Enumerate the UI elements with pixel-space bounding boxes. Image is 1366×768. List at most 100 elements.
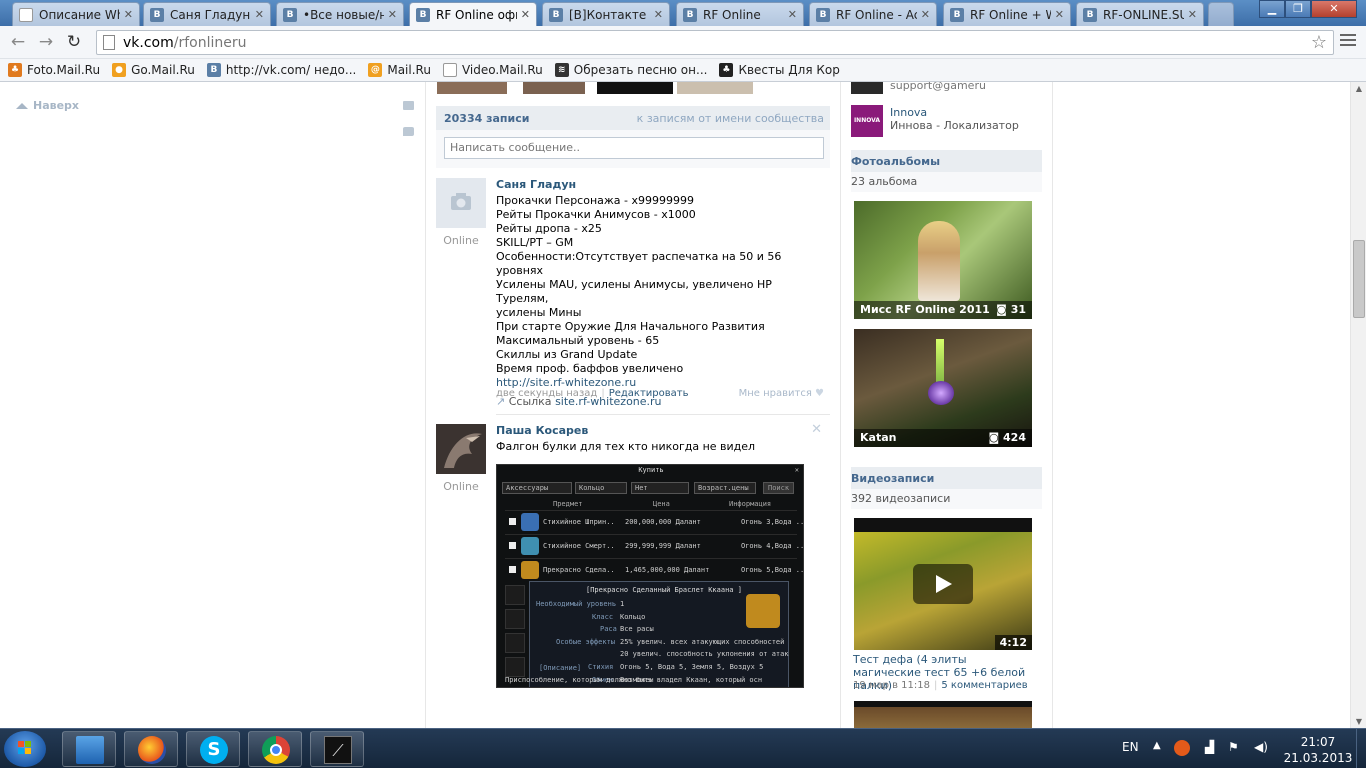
page-content: Наверх 20334 записи к записям от имени с…	[0, 82, 1350, 728]
like-button[interactable]: Мне нравится ♥	[739, 388, 824, 399]
post-image[interactable]: Купить ✕ Аксессуары Кольцо Нет Возраст.ц…	[496, 464, 804, 688]
close-icon: ✕	[794, 466, 799, 474]
play-icon	[936, 575, 952, 593]
tab-6[interactable]: B RF Online - Ac ✕	[809, 2, 937, 26]
post-text: Фалгон булки для тех кто никогда не виде…	[496, 440, 756, 453]
avatar[interactable]	[436, 424, 486, 474]
menu-icon[interactable]	[1340, 34, 1356, 48]
bookmarks-bar: ♣ Foto.Mail.Ru ● Go.Mail.Ru Bhttp://vk.com…	[0, 59, 1366, 82]
tab-2[interactable]: B •Все новые/н ✕	[276, 2, 404, 26]
scroll-up-arrow-icon[interactable]: ▲	[1354, 84, 1364, 93]
at-icon: @	[368, 63, 383, 77]
scroll-down-arrow-icon[interactable]: ▼	[1354, 717, 1364, 726]
tab-4[interactable]: B[B]Контакте - I✕	[542, 2, 670, 26]
close-icon[interactable]: ✕	[388, 8, 397, 21]
bookmark-star-icon[interactable]: ☆	[1311, 32, 1327, 53]
firefox-icon	[138, 736, 166, 764]
post-meta: две секунды назад | Редактировать	[496, 388, 689, 399]
close-icon[interactable]: ✕	[255, 8, 264, 21]
tab-0[interactable]: Описание Wh ✕	[12, 2, 140, 26]
divider	[496, 414, 830, 415]
close-icon[interactable]: ✕	[811, 422, 822, 437]
tab-7[interactable]: B RF Online + W ✕	[943, 2, 1071, 26]
wall-count[interactable]: 20334 записи	[444, 112, 529, 125]
close-icon[interactable]: ✕	[521, 8, 530, 21]
new-tab-button[interactable]	[1208, 2, 1234, 26]
post-author[interactable]: Паша Косарев	[496, 424, 588, 437]
restore-button[interactable]: ❐	[1285, 0, 1311, 18]
videos-header[interactable]: Видеозаписи	[851, 467, 1042, 489]
bookmark-quests[interactable]: ♣ Квесты Для Кор	[719, 63, 840, 77]
tab-1[interactable]: BСаня Гладун: п✕	[143, 2, 271, 26]
volume-icon[interactable]: ◀)	[1254, 740, 1268, 754]
play-button[interactable]	[913, 564, 973, 604]
close-window-button[interactable]: ✕	[1311, 0, 1357, 18]
bookmark-vk[interactable]: Bhttp://vk.com/ недо...	[206, 63, 356, 77]
tab-3[interactable]: B RF Online офи ✕	[409, 2, 537, 26]
contact-avatar[interactable]	[851, 82, 883, 94]
bookmark-go-mail[interactable]: ● Go.Mail.Ru	[112, 63, 195, 77]
bookmark-foto-mail[interactable]: ♣ Foto.Mail.Ru	[8, 63, 100, 77]
post-author[interactable]: Саня Гладун	[496, 178, 576, 191]
bookmark-mail[interactable]: @ Mail.Ru	[368, 63, 431, 77]
game-row: Стихийное Шприн.. 200,000,000 Далант Ого…	[505, 510, 803, 532]
close-icon[interactable]: ✕	[124, 8, 133, 21]
show-desktop-button[interactable]	[1356, 729, 1366, 768]
comments-link[interactable]: 5 комментариев	[941, 680, 1027, 691]
album-miss-rf[interactable]: Мисс RF Online 2011 ◙ 31	[854, 201, 1032, 319]
tab-8[interactable]: B RF-ONLINE.SU ✕	[1076, 2, 1204, 26]
forward-button[interactable]: →	[34, 31, 58, 53]
flag-icon[interactable]: ⚑	[1228, 740, 1239, 754]
clock[interactable]: 21:07 21.03.2013	[1283, 734, 1353, 766]
address-bar[interactable]: vk.com/rfonlineru ☆	[96, 30, 1334, 55]
network-icon[interactable]: ▟	[1205, 740, 1214, 754]
video-thumbnail[interactable]	[854, 701, 1032, 728]
camera-icon	[451, 193, 471, 210]
explorer-taskbar-button[interactable]	[62, 731, 116, 767]
scissors-icon: ≋	[554, 63, 569, 77]
tray-expand-icon[interactable]: ▲	[1153, 740, 1161, 751]
close-icon[interactable]: ✕	[1055, 8, 1064, 21]
edit-link[interactable]: Редактировать	[609, 388, 689, 399]
start-button[interactable]	[4, 731, 46, 767]
folder-icon	[76, 736, 104, 764]
vk-icon: B	[1083, 7, 1097, 22]
close-icon[interactable]: ✕	[1188, 8, 1197, 21]
scroll-up-button[interactable]: Наверх	[16, 99, 79, 112]
community-posts-link[interactable]: к записям от имени сообщества	[637, 112, 824, 125]
dragon-icon	[444, 433, 482, 468]
video-duration: 4:12	[994, 635, 1032, 650]
back-button[interactable]: ←	[6, 31, 30, 53]
reload-button[interactable]: ↻	[62, 31, 86, 53]
avatar[interactable]	[436, 178, 486, 228]
chat-icon[interactable]	[403, 127, 414, 136]
video-thumbnail[interactable]: 4:12	[854, 518, 1032, 650]
url-path: /rfonlineru	[173, 34, 247, 51]
innova-logo[interactable]: INNOVA	[851, 105, 883, 137]
game-row: Стихийное Смерт.. 299,999,999 Далант Ого…	[505, 534, 803, 556]
albums-header[interactable]: Фотоальбомы	[851, 150, 1042, 172]
close-icon[interactable]: ✕	[788, 8, 797, 21]
chrome-taskbar-button[interactable]	[248, 731, 302, 767]
page-icon	[442, 63, 457, 77]
contact-name[interactable]: Innova	[890, 106, 927, 119]
bookmark-video-mail[interactable]: Video.Mail.Ru	[442, 63, 543, 77]
minimize-button[interactable]: ▁	[1259, 0, 1285, 18]
scrollbar[interactable]: ▲ ▼	[1350, 82, 1366, 728]
rf-online-taskbar-button[interactable]: ⟋	[310, 731, 364, 767]
skype-taskbar-button[interactable]: S	[186, 731, 240, 767]
album-katan[interactable]: Katan ◙ 424	[854, 329, 1032, 447]
scroll-thumb[interactable]	[1353, 240, 1365, 318]
search-icon: ●	[112, 63, 127, 77]
message-input[interactable]: Написать сообщение..	[444, 137, 824, 159]
tab-5[interactable]: B RF Online ✕	[676, 2, 804, 26]
albums-count: 23 альбома	[851, 172, 1042, 192]
firefox-taskbar-button[interactable]	[124, 731, 178, 767]
tray-app-icon[interactable]	[1174, 740, 1190, 756]
mail-icon[interactable]	[403, 101, 414, 110]
close-icon[interactable]: ✕	[921, 8, 930, 21]
language-indicator[interactable]: EN	[1122, 740, 1139, 754]
bookmark-cut-song[interactable]: ≋ Обрезать песню он...	[554, 63, 707, 77]
post-time[interactable]: две секунды назад	[496, 388, 597, 399]
close-icon[interactable]: ✕	[654, 8, 663, 21]
